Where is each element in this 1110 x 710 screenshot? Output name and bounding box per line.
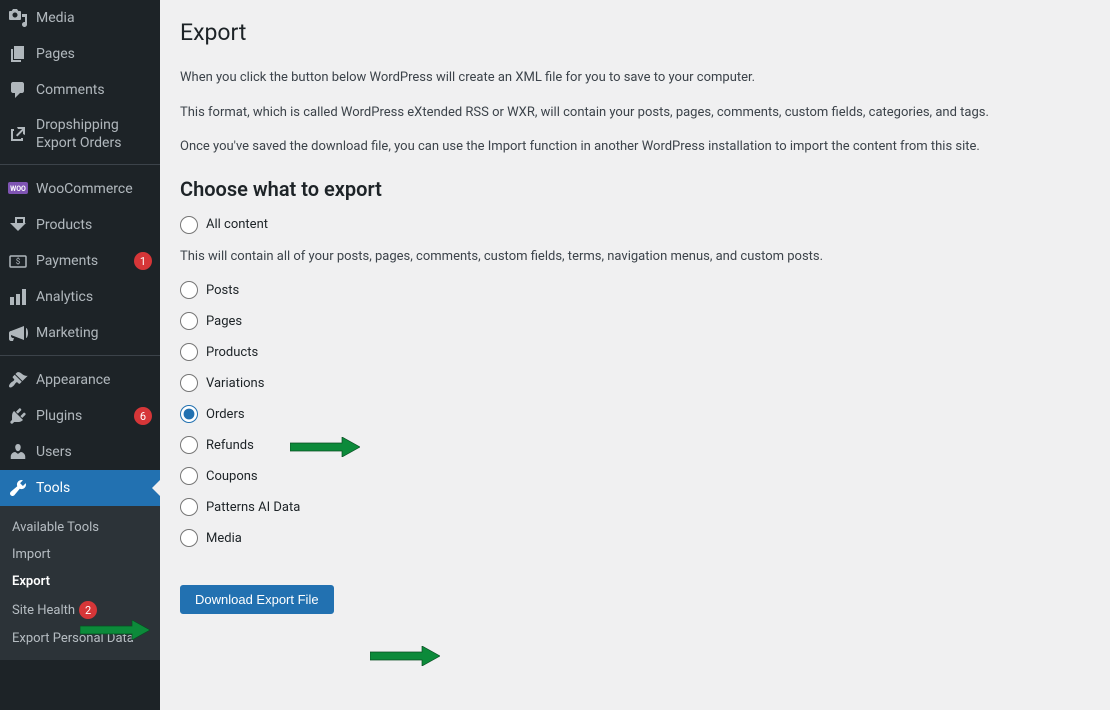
analytics-icon — [8, 287, 28, 307]
products-icon — [8, 215, 28, 235]
sidebar-item-payments[interactable]: $ Payments 1 — [0, 243, 160, 279]
sidebar-item-label: Plugins — [36, 407, 130, 425]
sidebar-item-tools[interactable]: Tools — [0, 470, 160, 506]
sidebar-item-comments[interactable]: Comments — [0, 72, 160, 108]
tools-icon — [8, 478, 28, 498]
media-icon — [8, 8, 28, 28]
sidebar-item-label: WooCommerce — [36, 180, 152, 198]
option-orders: Orders — [180, 405, 1090, 423]
sidebar-item-label: Marketing — [36, 324, 152, 342]
sidebar-item-analytics[interactable]: Analytics — [0, 279, 160, 315]
radio-label[interactable]: Refunds — [206, 438, 254, 453]
plugins-icon — [8, 406, 28, 426]
page-title: Export — [180, 10, 1090, 50]
submenu-item-import[interactable]: Import — [0, 541, 160, 568]
marketing-icon — [8, 323, 28, 343]
admin-sidebar: Media Pages Comments Dropshipping Export… — [0, 0, 160, 710]
radio-all-content[interactable] — [180, 216, 198, 234]
external-icon — [8, 124, 28, 144]
section-heading: Choose what to export — [180, 177, 1090, 201]
radio-variations[interactable] — [180, 374, 198, 392]
badge: 2 — [79, 601, 97, 619]
intro-text-2: This format, which is called WordPress e… — [180, 103, 1090, 123]
sidebar-item-label: Comments — [36, 81, 152, 99]
option-posts: Posts — [180, 281, 1090, 299]
sidebar-item-pages[interactable]: Pages — [0, 36, 160, 72]
radio-label[interactable]: All content — [206, 217, 268, 232]
menu-separator — [0, 351, 160, 356]
sidebar-item-media[interactable]: Media — [0, 0, 160, 36]
sidebar-item-label: Media — [36, 9, 152, 27]
comments-icon — [8, 80, 28, 100]
option-pages: Pages — [180, 312, 1090, 330]
sidebar-item-label: Products — [36, 216, 152, 234]
radio-pages[interactable] — [180, 312, 198, 330]
option-products: Products — [180, 343, 1090, 361]
submenu-item-available-tools[interactable]: Available Tools — [0, 514, 160, 541]
sidebar-item-label: Users — [36, 443, 152, 461]
radio-orders[interactable] — [180, 405, 198, 423]
submenu-item-export[interactable]: Export — [0, 568, 160, 595]
intro-text-1: When you click the button below WordPres… — [180, 68, 1090, 88]
radio-label[interactable]: Orders — [206, 407, 245, 422]
intro-text-3: Once you've saved the download file, you… — [180, 137, 1090, 157]
option-variations: Variations — [180, 374, 1090, 392]
submenu-item-site-health[interactable]: Site Health2 — [0, 595, 160, 625]
svg-text:WOO: WOO — [10, 185, 26, 193]
badge: 6 — [134, 407, 152, 425]
option-media: Media — [180, 529, 1090, 547]
sidebar-item-plugins[interactable]: Plugins 6 — [0, 398, 160, 434]
sidebar-item-appearance[interactable]: Appearance — [0, 362, 160, 398]
sidebar-item-label: Tools — [36, 479, 152, 497]
sidebar-item-dropshipping[interactable]: Dropshipping Export Orders — [0, 108, 160, 160]
radio-label[interactable]: Products — [206, 345, 258, 360]
badge: 1 — [134, 252, 152, 270]
sidebar-item-products[interactable]: Products — [0, 207, 160, 243]
all-content-description: This will contain all of your posts, pag… — [180, 247, 1090, 267]
download-export-button[interactable]: Download Export File — [180, 585, 334, 614]
radio-media[interactable] — [180, 529, 198, 547]
sidebar-item-woocommerce[interactable]: WOO WooCommerce — [0, 171, 160, 207]
sidebar-item-label: Analytics — [36, 288, 152, 306]
radio-label[interactable]: Media — [206, 531, 242, 546]
users-icon — [8, 442, 28, 462]
radio-label[interactable]: Pages — [206, 314, 242, 329]
page-icon — [8, 44, 28, 64]
option-all-content: All content — [180, 216, 1090, 234]
radio-label[interactable]: Posts — [206, 283, 239, 298]
radio-posts[interactable] — [180, 281, 198, 299]
radio-patterns[interactable] — [180, 498, 198, 516]
payments-icon: $ — [8, 251, 28, 271]
radio-coupons[interactable] — [180, 467, 198, 485]
sidebar-item-users[interactable]: Users — [0, 434, 160, 470]
option-refunds: Refunds — [180, 436, 1090, 454]
radio-label[interactable]: Patterns AI Data — [206, 500, 300, 515]
appearance-icon — [8, 370, 28, 390]
option-patterns: Patterns AI Data — [180, 498, 1090, 516]
option-coupons: Coupons — [180, 467, 1090, 485]
menu-separator — [0, 160, 160, 165]
sidebar-item-marketing[interactable]: Marketing — [0, 315, 160, 351]
sidebar-item-label: Dropshipping Export Orders — [36, 116, 152, 152]
sidebar-item-label: Pages — [36, 45, 152, 63]
svg-text:$: $ — [16, 257, 21, 266]
sidebar-item-label: Appearance — [36, 371, 152, 389]
radio-label[interactable]: Coupons — [206, 469, 258, 484]
radio-products[interactable] — [180, 343, 198, 361]
tools-submenu: Available Tools Import Export Site Healt… — [0, 506, 160, 660]
submenu-item-export-personal-data[interactable]: Export Personal Data — [0, 625, 160, 652]
radio-refunds[interactable] — [180, 436, 198, 454]
woocommerce-icon: WOO — [8, 179, 28, 199]
sidebar-item-label: Payments — [36, 252, 130, 270]
main-content: Export When you click the button below W… — [160, 0, 1110, 710]
radio-label[interactable]: Variations — [206, 376, 264, 391]
